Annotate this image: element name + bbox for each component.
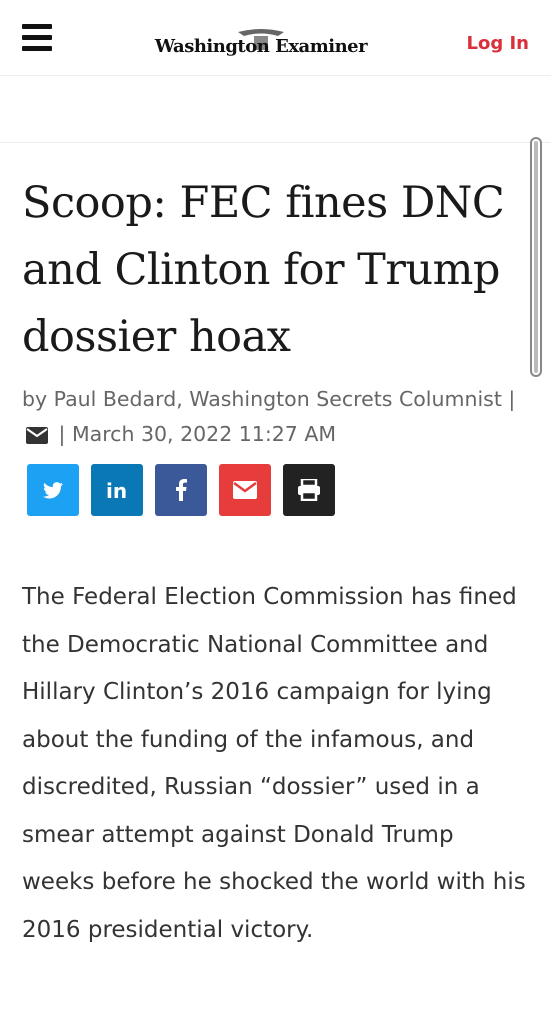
hamburger-menu-icon[interactable] (22, 24, 52, 52)
twitter-share-button[interactable] (27, 464, 79, 516)
envelope-icon[interactable] (26, 420, 48, 455)
logo-text: Washington Examiner (154, 36, 368, 57)
facebook-icon (176, 479, 187, 501)
linkedin-icon: in (106, 480, 127, 500)
scrollbar[interactable] (530, 137, 542, 377)
article-byline: by Paul Bedard, Washington Secrets Colum… (22, 382, 522, 455)
top-navigation-bar: Washington Examiner Log In (0, 0, 551, 76)
washington-examiner-logo[interactable]: Washington Examiner (150, 26, 372, 66)
twitter-icon (43, 481, 63, 498)
article-headline: Scoop: FEC fines DNC and Clinton for Tru… (22, 178, 505, 362)
linkedin-share-button[interactable]: in (91, 464, 143, 516)
print-button[interactable] (283, 464, 335, 516)
byline-author[interactable]: by Paul Bedard, Washington Secrets Colum… (22, 387, 515, 411)
email-share-button[interactable] (219, 464, 271, 516)
print-icon (298, 479, 320, 501)
share-buttons: in (27, 464, 335, 516)
email-icon (233, 481, 257, 499)
article-body-paragraph: The Federal Election Commission has fine… (22, 584, 526, 943)
byline-date: | March 30, 2022 11:27 AM (58, 422, 337, 446)
login-link[interactable]: Log In (467, 33, 530, 54)
svg-text:in: in (106, 480, 127, 500)
ad-placeholder-band (0, 76, 551, 143)
facebook-share-button[interactable] (155, 464, 207, 516)
